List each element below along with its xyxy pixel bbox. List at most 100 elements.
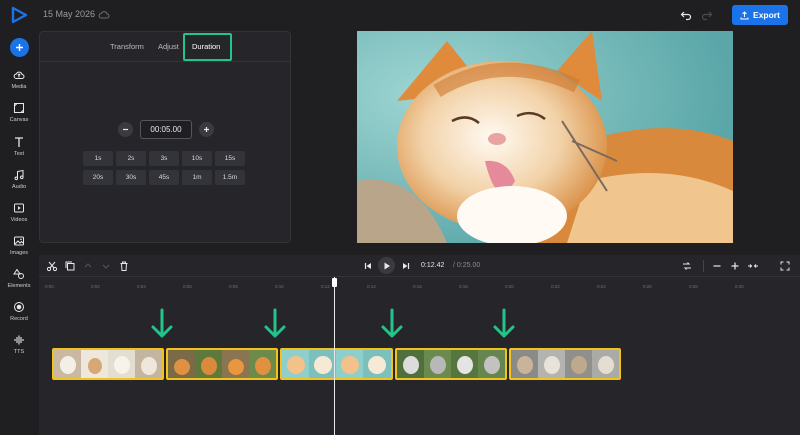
move-up-icon[interactable]	[82, 260, 94, 272]
timeline-ruler[interactable]: 0:00 0:02 0:04 0:06 0:08 0:10 0:12 0:14 …	[39, 280, 800, 292]
arrow-down-icon	[264, 308, 286, 338]
clip-thumbnails	[397, 350, 505, 378]
timeline-clip-1[interactable]	[52, 348, 164, 380]
timeline-clip-5[interactable]	[509, 348, 621, 380]
minus-icon	[123, 128, 128, 131]
split-audio-icon[interactable]	[681, 260, 693, 272]
increase-duration-button[interactable]	[199, 122, 214, 137]
shapes-icon	[13, 268, 24, 279]
toolbar-divider	[703, 260, 704, 272]
timeline-toolbar: 0:12.42 / 0:25.00	[39, 255, 800, 277]
video-icon	[14, 203, 24, 213]
text-icon	[15, 137, 23, 147]
fit-timeline-icon[interactable]	[747, 260, 759, 272]
image-icon	[14, 236, 24, 246]
current-time: 0:12.42	[421, 262, 445, 269]
ruler-tick: 0:20	[505, 284, 514, 289]
sidebar-item-label: TTS	[13, 349, 25, 355]
sidebar-item-record[interactable]: Record	[0, 301, 38, 331]
play-button[interactable]	[378, 257, 395, 274]
trash-icon[interactable]	[118, 260, 130, 272]
music-note-icon	[14, 169, 24, 181]
panel-tabs: Transform Adjust Duration	[40, 32, 290, 62]
duration-tab-highlight	[183, 33, 232, 61]
preset-30s[interactable]: 30s	[116, 170, 146, 185]
playhead-line[interactable]	[334, 277, 335, 435]
waveform-icon	[14, 335, 24, 345]
preset-2s[interactable]: 2s	[116, 151, 146, 166]
skip-forward-icon[interactable]	[400, 260, 412, 272]
ruler-tick: 0:10	[275, 284, 284, 289]
preset-1s[interactable]: 1s	[83, 151, 113, 166]
duration-input[interactable]	[140, 120, 192, 139]
timeline-clip-4[interactable]	[395, 348, 507, 380]
timeline-panel: 0:12.42 / 0:25.00 0:00 0:02 0:04 0:06 0:…	[39, 255, 800, 435]
sidebar-item-images[interactable]: Images	[0, 235, 38, 265]
tab-transform[interactable]: Transform	[110, 42, 144, 51]
sidebar-item-label: Canvas	[9, 117, 29, 123]
sidebar-item-label: Media	[11, 84, 27, 90]
canvas-icon	[14, 103, 24, 113]
ruler-tick: 0:30	[735, 284, 744, 289]
cloud-upload-icon	[13, 71, 25, 79]
sidebar-item-label: Record	[10, 316, 28, 322]
ruler-tick: 0:00	[45, 284, 54, 289]
preset-3s[interactable]: 3s	[149, 151, 179, 166]
ruler-tick: 0:14	[367, 284, 376, 289]
app-logo-icon[interactable]	[10, 6, 28, 24]
upload-icon	[740, 10, 749, 19]
sidebar-item-label: Text	[13, 151, 25, 157]
undo-icon[interactable]	[680, 9, 692, 21]
timeline-clip-2[interactable]	[166, 348, 278, 380]
preset-10s[interactable]: 10s	[182, 151, 212, 166]
decrease-duration-button[interactable]	[118, 122, 133, 137]
top-bar: 15 May 2026 Export	[0, 0, 800, 30]
sidebar-item-text[interactable]: Text	[0, 136, 38, 166]
ruler-tick: 0:26	[643, 284, 652, 289]
redo-icon[interactable]	[701, 9, 713, 21]
preset-20s[interactable]: 20s	[83, 170, 113, 185]
fullscreen-icon[interactable]	[779, 260, 791, 272]
cloud-sync-icon	[98, 11, 110, 19]
sidebar-item-videos[interactable]: Videos	[0, 202, 38, 232]
sidebar-item-elements[interactable]: Elements	[0, 268, 38, 298]
duplicate-icon[interactable]	[64, 260, 76, 272]
sidebar-item-label: Images	[9, 250, 29, 256]
add-media-button[interactable]	[10, 38, 29, 57]
plus-icon	[16, 44, 23, 51]
ruler-tick: 0:02	[91, 284, 100, 289]
preset-45s[interactable]: 45s	[149, 170, 179, 185]
properties-panel: Transform Adjust Duration 1s 2s 3s 10s 1…	[39, 31, 291, 243]
playhead-handle[interactable]	[332, 278, 337, 287]
sidebar-item-label: Audio	[11, 184, 27, 190]
move-down-icon[interactable]	[100, 260, 112, 272]
timeline-clip-3[interactable]	[280, 348, 393, 380]
sidebar-item-audio[interactable]: Audio	[0, 169, 38, 199]
clip-thumbnails	[54, 350, 162, 378]
sidebar-item-media[interactable]: Media	[0, 69, 38, 99]
record-icon	[14, 302, 24, 312]
left-sidebar: Media Canvas Text Audio Videos Images El…	[0, 30, 38, 435]
ruler-tick: 0:22	[551, 284, 560, 289]
ruler-tick: 0:28	[689, 284, 698, 289]
skip-back-icon[interactable]	[362, 260, 374, 272]
export-label: Export	[753, 10, 780, 20]
cat-preview-image	[357, 31, 733, 243]
duration-presets: 1s 2s 3s 10s 15s 20s 30s 45s 1m 1.5m	[83, 151, 253, 185]
ruler-tick: 0:16	[413, 284, 422, 289]
preset-1m[interactable]: 1m	[182, 170, 212, 185]
preset-1-5m[interactable]: 1.5m	[215, 170, 245, 185]
scissors-icon[interactable]	[46, 260, 58, 272]
preset-15s[interactable]: 15s	[215, 151, 245, 166]
tab-adjust[interactable]: Adjust	[158, 42, 179, 51]
sidebar-item-tts[interactable]: TTS	[0, 334, 38, 364]
ruler-tick: 0:08	[229, 284, 238, 289]
video-preview[interactable]	[357, 31, 733, 243]
zoom-out-icon[interactable]	[711, 260, 723, 272]
zoom-in-icon[interactable]	[729, 260, 741, 272]
ruler-tick: 0:06	[183, 284, 192, 289]
sidebar-item-canvas[interactable]: Canvas	[0, 102, 38, 132]
total-time: / 0:25.00	[453, 262, 481, 269]
ruler-tick: 0:12	[321, 284, 330, 289]
export-button[interactable]: Export	[732, 5, 788, 25]
